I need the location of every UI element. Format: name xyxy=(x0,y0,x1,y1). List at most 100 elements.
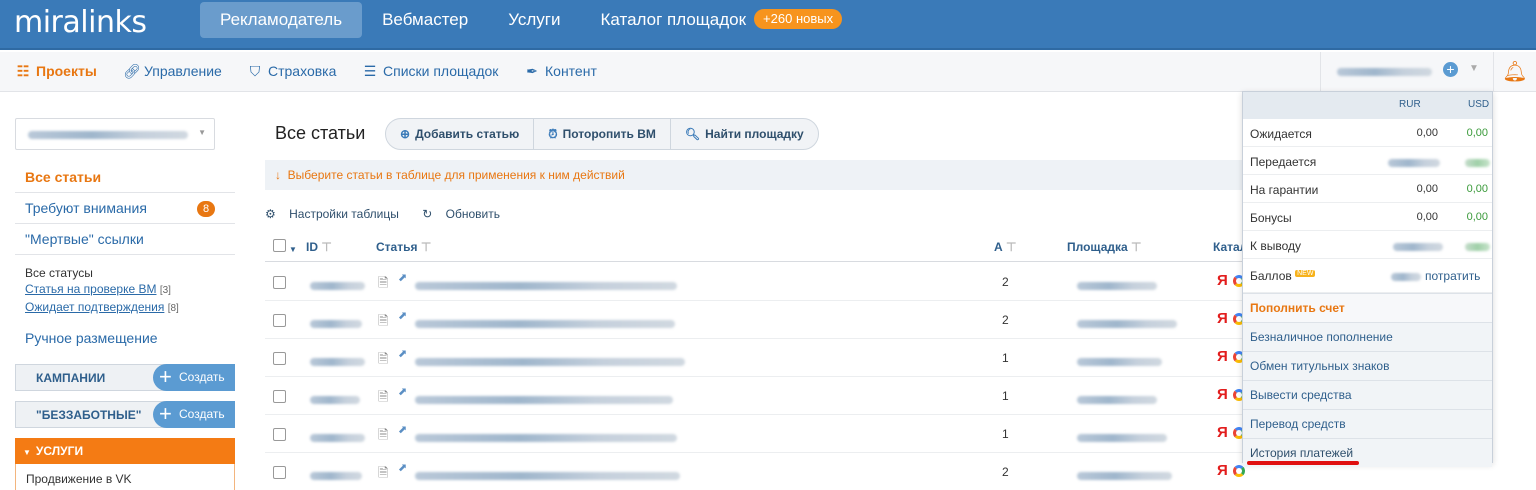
table-row[interactable]: 🗎 ⬈ 1 Я xyxy=(265,339,1265,377)
account-selector[interactable]: + ▼ xyxy=(1320,52,1492,92)
chevron-down-icon[interactable]: ▼ xyxy=(1469,63,1479,74)
filter-icon[interactable]: ⊤ xyxy=(1006,240,1016,254)
filter-icon[interactable]: ⊤ xyxy=(421,240,431,254)
currency-rur: RUR xyxy=(1399,99,1421,110)
top-nav-catalog[interactable]: Каталог площадок +260 новых xyxy=(581,2,863,38)
row-site-blurred[interactable] xyxy=(1077,278,1157,293)
payment-history-link[interactable]: История платежей xyxy=(1243,438,1492,467)
refresh-link[interactable]: ↻ Обновить xyxy=(422,207,510,221)
row-site-blurred[interactable] xyxy=(1077,430,1167,445)
row-site-blurred[interactable] xyxy=(1077,392,1157,407)
sub-nav-management[interactable]: 🔗︎ Управление xyxy=(123,63,222,80)
balance-rur-value: 0,00 xyxy=(1416,211,1438,223)
table-row[interactable]: 🗎 ⬈ 1 Я xyxy=(265,377,1265,415)
filter-icon[interactable]: ⊤ xyxy=(1131,240,1141,254)
balance-row: На гарантии 0,00 0,00 xyxy=(1243,175,1492,203)
services-header[interactable]: ▼ УСЛУГИ xyxy=(15,438,235,464)
document-icon: 🗎 xyxy=(378,389,389,404)
row-article-blurred[interactable] xyxy=(415,468,680,483)
hurry-webmaster-button[interactable]: ⏰︎ Поторопить ВМ xyxy=(534,119,671,149)
table-row[interactable]: 🗎 ⬈ 2 Я xyxy=(265,453,1265,490)
column-id[interactable]: ID ⊤ xyxy=(306,240,332,254)
column-site[interactable]: Площадка ⊤ xyxy=(1067,240,1141,254)
row-article-blurred[interactable] xyxy=(415,278,677,293)
cashless-top-up-link[interactable]: Безналичное пополнение xyxy=(1243,322,1492,351)
column-a[interactable]: А ⊤ xyxy=(994,240,1016,254)
page-title: Все статьи xyxy=(275,123,366,143)
sidebar-item-manual[interactable]: Ручное размещение xyxy=(15,323,235,354)
refresh-label: Обновить xyxy=(445,207,500,221)
project-select[interactable]: ▼ xyxy=(15,118,215,150)
balance-row-label: Ожидается xyxy=(1250,127,1312,141)
external-link-icon[interactable]: ⬈ xyxy=(398,309,407,322)
top-nav-webmaster[interactable]: Вебмастер xyxy=(362,2,488,38)
services-item-vk[interactable]: Продвижение в VK xyxy=(15,464,235,490)
document-icon: 🗎 xyxy=(378,313,389,328)
create-campaign-button[interactable]: Создать xyxy=(153,363,235,391)
table-settings-label: Настройки таблицы xyxy=(289,207,399,221)
status-block: Все статусы Статья на проверке ВМ [3] Ож… xyxy=(15,255,235,323)
balance-row-label: На гарантии xyxy=(1250,183,1319,197)
sidebar-item-dead-links[interactable]: "Мертвые" ссылки xyxy=(15,224,235,255)
balance-usd-value: 0,00 xyxy=(1466,127,1488,139)
yandex-icon: Я xyxy=(1217,348,1228,365)
find-site-label: Найти площадку xyxy=(705,127,804,141)
external-link-icon[interactable]: ⬈ xyxy=(398,271,407,284)
row-article-blurred[interactable] xyxy=(415,354,685,369)
sub-nav-content[interactable]: ✒ Контент xyxy=(524,63,597,80)
exchange-title-marks-link[interactable]: Обмен титульных знаков xyxy=(1243,351,1492,380)
row-site-blurred[interactable] xyxy=(1077,354,1162,369)
row-a-value: 2 xyxy=(1002,275,1009,289)
sidebar-item-attention[interactable]: Требуют внимания 8 xyxy=(15,193,235,224)
table-settings-link[interactable]: ⚙ Настройки таблицы xyxy=(265,207,409,221)
notifications-bell-icon[interactable]: 🔔︎ xyxy=(1493,52,1536,92)
blurred-value xyxy=(1465,159,1490,167)
external-link-icon[interactable]: ⬈ xyxy=(398,347,407,360)
new-sites-badge[interactable]: +260 новых xyxy=(754,9,843,29)
row-article-blurred[interactable] xyxy=(415,316,675,331)
column-article[interactable]: Статья ⊤ xyxy=(376,240,431,254)
external-link-icon[interactable]: ⬈ xyxy=(398,423,407,436)
external-link-icon[interactable]: ⬈ xyxy=(398,461,407,474)
table-row[interactable]: 🗎 ⬈ 2 Я xyxy=(265,301,1265,339)
row-checkbox[interactable] xyxy=(273,276,286,292)
top-up-account-link[interactable]: Пополнить счет xyxy=(1243,293,1492,322)
yandex-icon: Я xyxy=(1217,386,1228,403)
row-id-blurred xyxy=(310,430,365,445)
sub-nav-projects[interactable]: ☷ Проекты xyxy=(15,63,97,80)
create-carefree-button[interactable]: Создать xyxy=(153,400,235,428)
transfer-funds-link[interactable]: Перевод средств xyxy=(1243,409,1492,438)
top-nav-services[interactable]: Услуги xyxy=(488,2,580,38)
sidebar-item-all-articles[interactable]: Все статьи xyxy=(15,162,235,193)
row-a-value: 1 xyxy=(1002,389,1009,403)
external-link-icon[interactable]: ⬈ xyxy=(398,385,407,398)
row-checkbox[interactable] xyxy=(273,352,286,368)
find-site-button[interactable]: 🔍︎ Найти площадку xyxy=(671,119,818,149)
row-article-blurred[interactable] xyxy=(415,392,673,407)
withdraw-funds-link[interactable]: Вывести средства xyxy=(1243,380,1492,409)
payment-history-label: История платежей xyxy=(1250,446,1354,460)
status-link-review[interactable]: Статья на проверке ВМ xyxy=(25,282,156,296)
row-checkbox[interactable] xyxy=(273,314,286,330)
logo[interactable]: miralinks xyxy=(14,5,147,40)
top-nav-advertiser[interactable]: Рекламодатель xyxy=(200,2,363,38)
row-article-blurred[interactable] xyxy=(415,430,677,445)
row-checkbox[interactable] xyxy=(273,466,286,482)
add-article-button[interactable]: ⊕ Добавить статью xyxy=(386,119,535,149)
filter-icon[interactable]: ⊤ xyxy=(321,240,331,254)
row-site-blurred[interactable] xyxy=(1077,316,1177,331)
row-site-blurred[interactable] xyxy=(1077,468,1172,483)
sub-nav-site-lists[interactable]: ☰ Списки площадок xyxy=(362,63,499,80)
sidebar: ▼ Все статьи Требуют внимания 8 "Мертвые"… xyxy=(15,118,235,490)
row-checkbox[interactable] xyxy=(273,428,286,444)
table-row[interactable]: 🗎 ⬈ 1 Я xyxy=(265,415,1265,453)
select-all-checkbox[interactable]: ▼ xyxy=(273,239,297,255)
add-funds-icon[interactable]: + xyxy=(1443,62,1458,77)
sub-nav-insurance[interactable]: ⛉ Страховка xyxy=(247,63,337,80)
table-row[interactable]: 🗎 ⬈ 2 Я xyxy=(265,263,1265,301)
spend-points-link[interactable]: потратить xyxy=(1425,269,1480,283)
status-link-confirm[interactable]: Ожидает подтверждения xyxy=(25,300,164,314)
balance-header: RUR USD xyxy=(1243,92,1492,119)
balance-row: Передается xyxy=(1243,147,1492,175)
row-checkbox[interactable] xyxy=(273,390,286,406)
